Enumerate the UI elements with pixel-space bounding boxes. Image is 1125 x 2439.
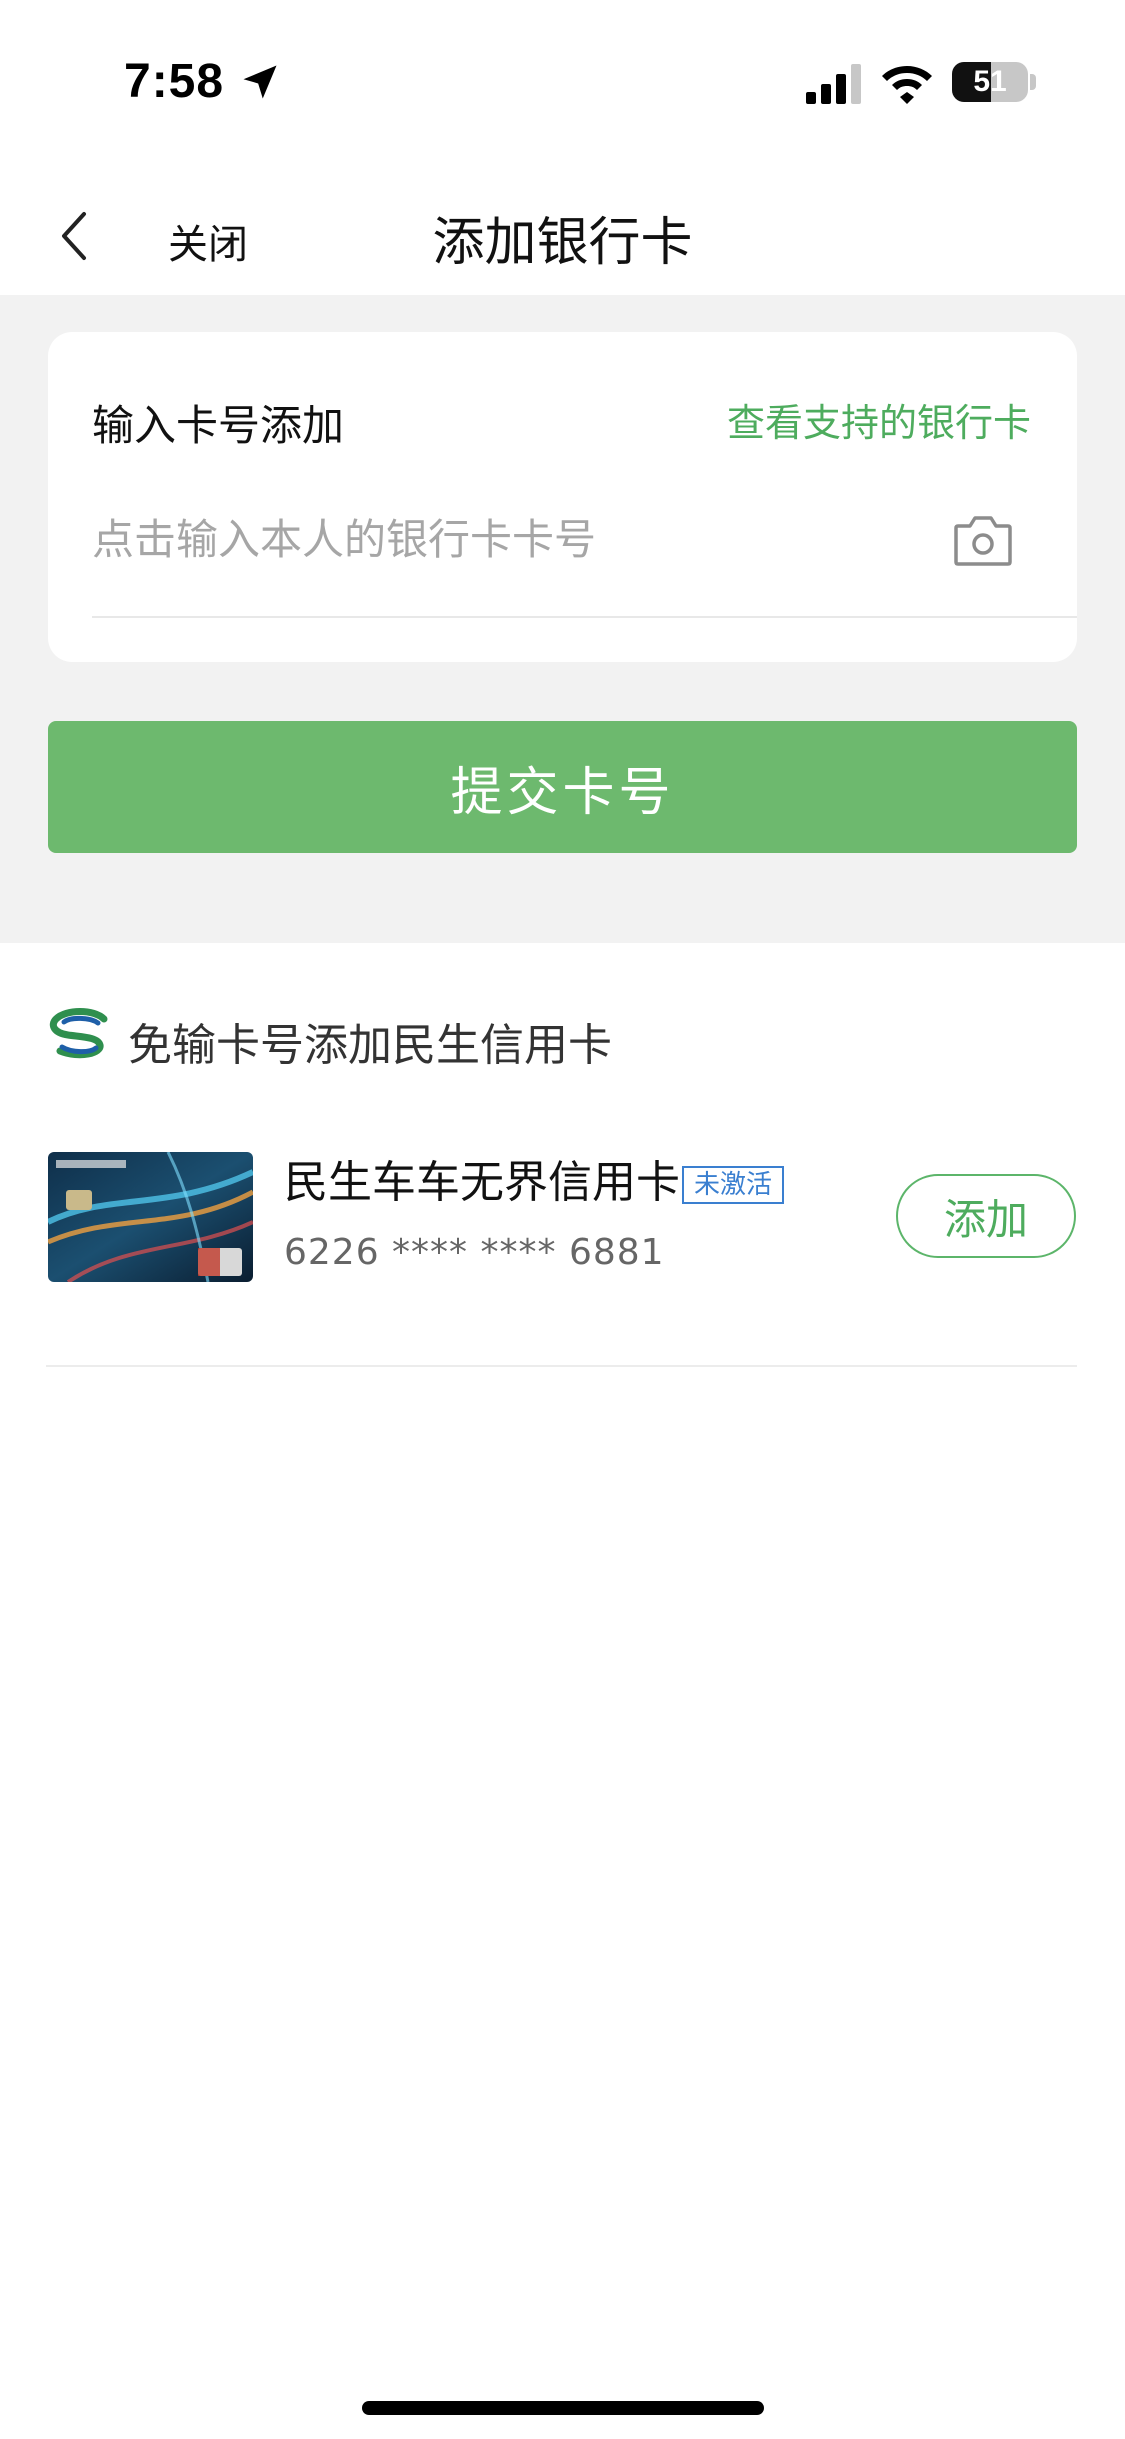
card-number-entry-panel: 输入卡号添加 查看支持的银行卡 xyxy=(48,332,1077,662)
credit-card-image xyxy=(48,1152,253,1282)
battery-indicator: 51 xyxy=(952,62,1028,102)
list-divider xyxy=(46,1365,1077,1367)
card-name: 民生车车无界信用卡 xyxy=(284,1157,680,1208)
input-underline xyxy=(92,616,1077,618)
battery-cap xyxy=(1030,74,1036,90)
minsheng-bank-logo-icon xyxy=(49,1008,108,1059)
entry-title: 输入卡号添加 xyxy=(92,401,345,450)
page-title: 添加银行卡 xyxy=(432,213,693,273)
bank-section-header: 免输卡号添加民生信用卡 xyxy=(46,1005,1046,1071)
status-badge: 未激活 xyxy=(682,1166,785,1204)
supported-banks-link[interactable]: 查看支持的银行卡 xyxy=(727,392,1031,447)
home-indicator[interactable] xyxy=(362,2401,764,2415)
camera-scan-icon[interactable] xyxy=(952,512,1014,568)
cellular-signal-icon xyxy=(806,64,861,104)
location-arrow-icon xyxy=(243,65,277,99)
battery-percentage: 51 xyxy=(973,65,1007,98)
submit-card-number-button[interactable]: 提交卡号 xyxy=(48,721,1077,853)
list-item: 民生车车无界信用卡 未激活 6226 **** **** 6881 添加 xyxy=(0,1140,1125,1290)
bank-section-title: 免输卡号添加民生信用卡 xyxy=(128,1020,612,1071)
card-number-input[interactable] xyxy=(92,504,952,574)
status-bar: 7:58 51 xyxy=(0,0,1125,170)
status-time: 7:58 xyxy=(124,55,225,108)
card-number: 6226 **** **** 6881 xyxy=(284,1232,665,1273)
add-card-button[interactable]: 添加 xyxy=(896,1174,1076,1258)
navigation-bar: 关闭 添加银行卡 xyxy=(0,170,1125,295)
add-bank-card-screen: 7:58 51 关闭 添加银行卡 输入卡号添加 查看支持的银行卡 点击输入本人的… xyxy=(0,0,1125,2439)
wifi-icon xyxy=(882,66,932,104)
